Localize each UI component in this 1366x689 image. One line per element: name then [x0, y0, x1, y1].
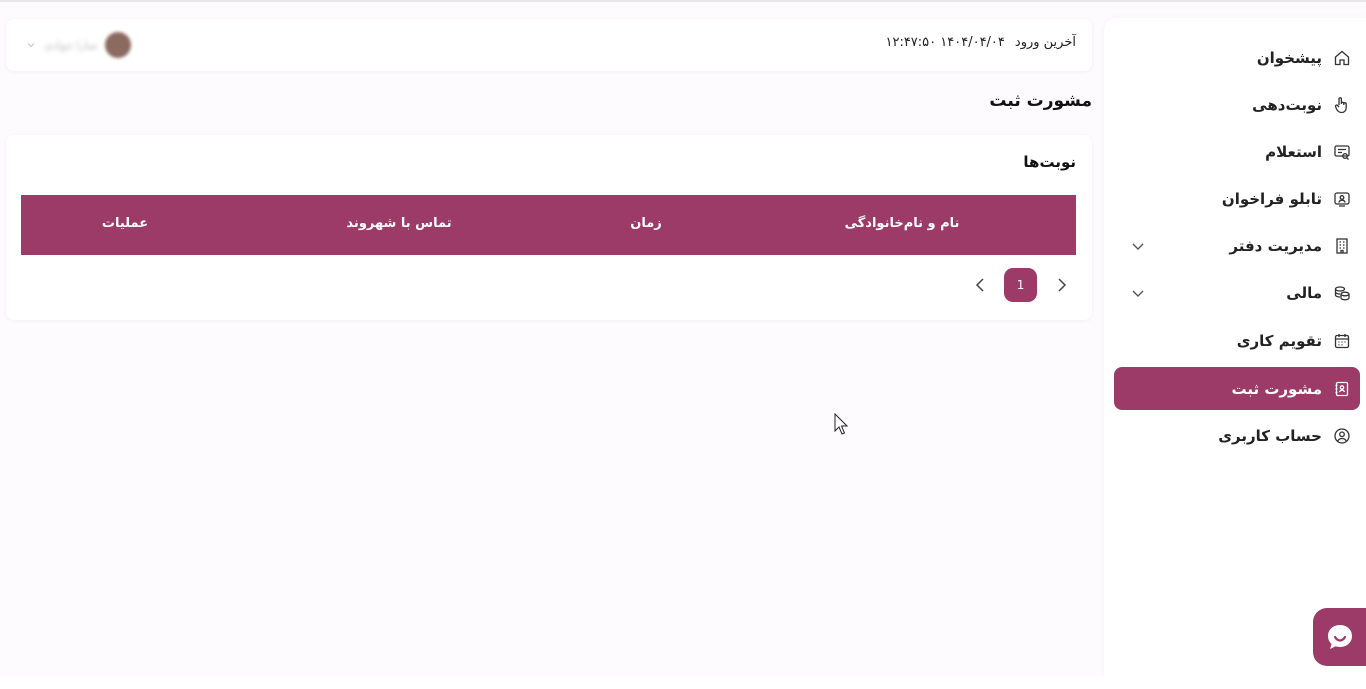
home-icon [1332, 48, 1352, 68]
user-name: سارا جوادی [44, 38, 98, 52]
page-number-button[interactable]: 1 [1004, 268, 1037, 302]
call-board-icon [1332, 189, 1352, 209]
hand-pointer-icon [1332, 95, 1352, 115]
sidebar-item-label: تابلو فراخوان [1221, 190, 1322, 208]
calendar-icon [1332, 331, 1352, 351]
sidebar-item-user-account[interactable]: حساب کاربری [1114, 416, 1360, 456]
sidebar-item-label: نوبت‌دهی [1252, 96, 1322, 114]
pagination: 1 [6, 268, 1092, 302]
sidebar-item-call-board[interactable]: تابلو فراخوان [1114, 179, 1360, 219]
sidebar-item-finance[interactable]: مالی [1114, 273, 1360, 313]
building-icon [1332, 236, 1352, 256]
last-login: آخرین ورود ۱۴۰۴/۰۴/۰۴ ۱۲:۴۷:۵۰ [885, 35, 1076, 50]
column-header-contact: تماس با شهروند [346, 216, 452, 231]
sidebar-item-label: مشورت ثبت [1231, 379, 1322, 398]
top-header: آخرین ورود ۱۴۰۴/۰۴/۰۴ ۱۲:۴۷:۵۰ سارا جواد… [6, 19, 1092, 71]
contact-book-icon [1332, 379, 1352, 399]
sidebar-item-office-management[interactable]: مدیریت دفتر [1114, 226, 1360, 266]
inquiry-icon [1332, 142, 1352, 162]
chevron-down-icon[interactable] [1130, 238, 1146, 254]
chevron-right-icon[interactable] [1051, 275, 1071, 295]
sidebar-item-label: پیشخوان [1256, 49, 1322, 67]
sidebar-item-dashboard[interactable]: پیشخوان [1114, 38, 1360, 78]
table-header: نام و نام‌خانوادگی زمان تماس با شهروند ع… [21, 195, 1076, 255]
card-title: نوبت‌ها [1023, 153, 1076, 171]
top-divider [0, 0, 1366, 2]
sidebar-item-label: استعلام [1265, 143, 1322, 161]
chevron-left-icon[interactable] [971, 275, 991, 295]
appointments-card: نوبت‌ها نام و نام‌خانوادگی زمان تماس با … [6, 135, 1092, 320]
sidebar: پیشخوان نوبت‌دهی استعلام تابلو فراخوان م… [1104, 18, 1366, 676]
chevron-down-icon [27, 43, 35, 48]
coins-icon [1332, 283, 1352, 303]
sidebar-item-inquiry[interactable]: استعلام [1114, 132, 1360, 172]
chat-support-button[interactable] [1313, 608, 1366, 666]
user-circle-icon [1332, 426, 1352, 446]
chevron-down-icon[interactable] [1130, 285, 1146, 301]
avatar [105, 32, 132, 58]
sidebar-item-registration-consult[interactable]: مشورت ثبت [1114, 367, 1360, 410]
chat-bubble-icon [1327, 625, 1352, 649]
sidebar-item-label: تقویم کاری [1236, 332, 1322, 350]
page-title: مشورت ثبت [989, 91, 1092, 111]
column-header-time: زمان [630, 216, 662, 231]
sidebar-item-work-calendar[interactable]: تقویم کاری [1114, 321, 1360, 361]
last-login-label: آخرین ورود [1014, 35, 1076, 50]
last-login-value: ۱۴۰۴/۰۴/۰۴ ۱۲:۴۷:۵۰ [885, 35, 1005, 50]
user-menu[interactable]: سارا جوادی [26, 31, 132, 59]
column-header-actions: عملیات [101, 216, 149, 231]
sidebar-item-appointments[interactable]: نوبت‌دهی [1114, 85, 1360, 125]
mouse-cursor-icon [834, 413, 848, 435]
column-header-name: نام و نام‌خانوادگی [844, 216, 960, 231]
bottom-strip [0, 676, 1366, 689]
sidebar-item-label: حساب کاربری [1218, 427, 1322, 445]
